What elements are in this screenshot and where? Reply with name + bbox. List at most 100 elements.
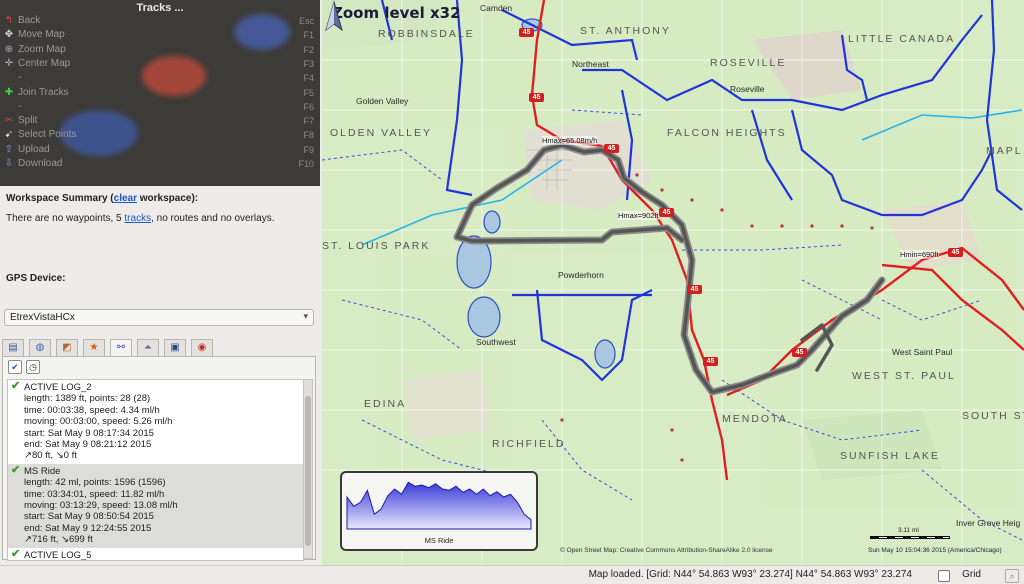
menu-item-shortcut: F3 [303,58,314,69]
upload-icon: ⇧ [4,143,14,155]
menu-item[interactable]: - F4 [0,71,320,85]
tracks-tab-icon[interactable]: ⚯ [110,339,132,357]
track-name: MS Ride [24,465,61,477]
menu-item[interactable]: - F6 [0,100,320,114]
workspace-summary-heading: Workspace Summary (clear workspace): [6,193,198,204]
highway-shield: 45 [519,28,534,37]
highway-shield: 45 [604,144,619,153]
track-detail: length: 1389 ft, points: 28 (28) [24,393,151,405]
menu-item-shortcut: F5 [303,87,314,98]
track-list-item[interactable]: ✔ ACTIVE LOG_5 [8,548,303,560]
menu-item[interactable]: ⊕ Zoom Map F2 [0,43,320,57]
menu-item[interactable]: ✥ Move Map F1 [0,28,320,42]
gps-device-value: EtrexVistaHCx [10,312,75,323]
zoom-level-label: Zoom level x32 [332,4,461,22]
check-all-icon[interactable]: ✔ [8,360,22,374]
menu-item-label: Zoom Map [18,43,66,55]
menu-item-shortcut: F6 [303,101,314,112]
district-label: ST. LOUIS PARK [322,240,431,252]
chevron-down-icon: ▾ [303,311,308,321]
menu-item[interactable]: ⇧ Upload F9 [0,143,320,157]
district-label: EDINA [364,398,407,410]
menu-item-shortcut: Esc [298,16,314,26]
track-detail: time: 03:34:01, speed: 11.82 ml/h [24,488,165,500]
scale-label: 3.11 ml [898,527,919,534]
menu-item-shortcut: F7 [303,116,314,127]
grid-label: Grid [962,569,981,580]
track-annotation: Hmax=902ft [618,211,659,220]
menu-item[interactable]: ✛ Center Map F3 [0,57,320,71]
menu-item[interactable]: ➹ Select Points F8 [0,128,320,142]
center-map-icon: ✛ [4,57,14,69]
elevation-profile-chart [346,481,532,530]
search-icon[interactable]: ⌕ [1005,569,1019,583]
menu-item-label: - [18,100,22,112]
place-label: Northeast [572,59,609,69]
download-icon: ⇩ [4,158,14,169]
menu-item[interactable]: ⇩ Download F10 [0,157,320,171]
tracks-link[interactable]: tracks [124,213,151,224]
split-icon: ✂ [4,115,14,127]
map-view[interactable]: Zoom level x32 ROBBINSDALE ST. ANTHONY LIT… [322,0,1024,565]
place-label: Golden Valley [356,96,409,106]
menu-item-label: Download [18,158,63,169]
status-bar: Map loaded. [Grid: N44° 54.863 W93° 23.2… [0,565,1024,584]
menu-item-shortcut: F4 [303,73,314,84]
track-list-item[interactable]: ✔ MS Ride length: 42 ml, points: 1596 (159… [8,463,303,548]
photo-tab-icon[interactable]: ▣ [164,339,186,356]
district-label: ST. ANTHONY [580,25,671,37]
track-detail: moving: 00:03:00, speed: 5.26 ml/h [24,416,173,428]
district-label: MENDOTA [722,413,788,425]
district-label: WEST ST. PAUL [852,370,956,382]
visible-check-icon[interactable]: ✔ [11,548,20,560]
menu-item-label: Back [18,15,41,26]
tracks-menu: Tracks ... ↰ Back Esc ✥ Move Map F1 ⊕ Zoom Map F… [0,0,320,186]
visible-check-icon[interactable]: ✔ [11,464,20,476]
heading-text: workspace): [137,193,199,204]
district-label: ROBBINSDALE [378,28,475,40]
menu-item-label: Upload [18,143,50,155]
flask-tab-icon[interactable]: ⏶ [137,339,159,356]
track-detail: start: Sat May 9 08:17:34 2015 [24,427,154,439]
highway-shield: 45 [703,357,718,366]
scrollbar-thumb[interactable] [305,396,311,546]
list-tab-icon[interactable]: ▤ [2,339,24,356]
status-message: Map loaded. [Grid: N44° 54.863 W93° 23.2… [588,569,912,580]
district-label: SUNFISH LAKE [840,450,940,462]
district-label: RICHFIELD [492,438,566,450]
menu-item[interactable]: ✚ Join Tracks F5 [0,86,320,100]
highway-shield: 45 [659,208,674,217]
clear-workspace-link[interactable]: clear [114,193,137,204]
visible-check-icon[interactable]: ✔ [11,380,20,392]
track-list-item[interactable]: ✔ ACTIVE LOG_2 length: 1389 ft, points: 28… [8,380,303,464]
menu-item-label: - [18,72,22,84]
track-detail: moving: 03:13:29, speed: 13.08 ml/h [24,500,178,512]
globe-tab-icon[interactable]: ◍ [29,339,51,356]
tracks-list-scrollbar[interactable] [303,379,313,559]
left-panel: Tracks ... ↰ Back Esc ✥ Move Map F1 ⊕ Zoom Map F… [0,0,320,584]
star-tab-icon[interactable]: ★ [83,339,105,356]
track-detail: end: Sat May 9 08:21:12 2015 [24,439,152,451]
grid-checkbox[interactable] [938,570,950,582]
menu-item-shortcut: F9 [303,144,314,155]
clock-filter-icon[interactable]: ◷ [26,360,40,374]
elevation-profile-label: MS Ride [424,536,454,545]
track-annotation: Hmin=690ft [900,250,939,259]
place-label: Powderhorn [558,270,604,280]
highway-shield: 45 [792,348,807,357]
menu-item-shortcut: F2 [303,44,314,55]
gps-device-select[interactable]: EtrexVistaHCx ▾ [4,309,314,326]
summary-text: , no routes and no overlays. [151,213,275,224]
join-tracks-icon: ✚ [4,86,14,98]
menu-item-label: Select Points [18,129,77,141]
district-label: MAPL [986,145,1023,157]
menu-item[interactable]: ↰ Back Esc [0,14,320,28]
menu-item[interactable]: ✂ Split F7 [0,114,320,128]
highway-shield: 45 [529,93,544,102]
place-label: Southwest [476,337,516,347]
edit-tab-icon[interactable]: ◩ [56,339,78,356]
district-label: OLDEN VALLEY [330,127,433,139]
target-tab-icon[interactable]: ◉ [191,339,213,356]
elevation-profile-panel[interactable]: MS Ride [340,471,538,551]
district-label: SOUTH ST. [962,410,1024,422]
